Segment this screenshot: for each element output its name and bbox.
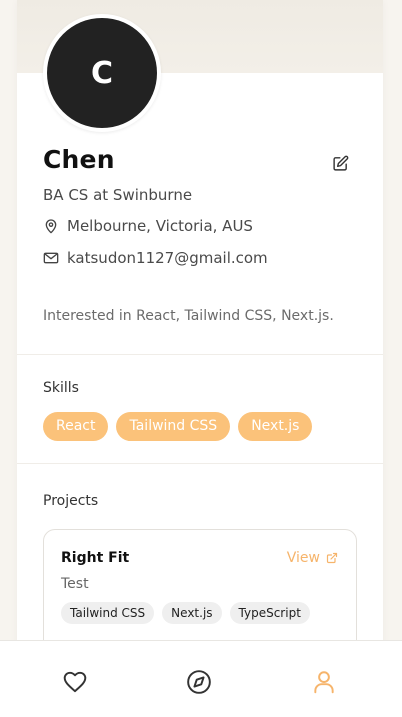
skill-chip: React	[43, 412, 109, 441]
external-link-icon	[326, 552, 338, 564]
location-row: Melbourne, Victoria, AUS	[43, 217, 253, 235]
email-row: katsudon1127@gmail.com	[43, 249, 268, 267]
user-icon	[311, 669, 337, 695]
divider	[17, 354, 383, 355]
mail-icon	[43, 250, 59, 266]
profile-bio: Interested in React, Tailwind CSS, Next.…	[43, 308, 334, 324]
compass-icon	[186, 669, 212, 695]
project-tag: TypeScript	[229, 602, 310, 624]
location-text: Melbourne, Victoria, AUS	[67, 217, 253, 235]
profile-subtitle: BA CS at Swinburne	[43, 186, 193, 204]
nav-explore-button[interactable]	[186, 669, 212, 695]
skill-chip: Next.js	[238, 412, 313, 441]
nav-favorites-button[interactable]	[62, 669, 88, 695]
map-pin-icon	[43, 218, 59, 234]
email-text: katsudon1127@gmail.com	[67, 249, 268, 267]
project-tags: Tailwind CSS Next.js TypeScript	[61, 602, 351, 624]
heart-icon	[62, 669, 88, 695]
project-tag: Tailwind CSS	[61, 602, 155, 624]
skills-list: React Tailwind CSS Next.js	[43, 412, 313, 441]
nav-profile-button[interactable]	[311, 669, 337, 695]
project-view-label: View	[286, 550, 320, 566]
project-description: Test	[61, 576, 89, 592]
bottom-nav	[0, 640, 402, 717]
projects-heading: Projects	[43, 493, 99, 509]
project-view-link[interactable]: View	[287, 550, 338, 566]
avatar-initial: C	[47, 18, 157, 128]
skills-heading: Skills	[43, 380, 79, 396]
edit-profile-button[interactable]	[330, 153, 350, 173]
avatar: C	[43, 14, 161, 132]
skill-chip: Tailwind CSS	[116, 412, 231, 441]
divider	[17, 463, 383, 464]
project-title: Right Fit	[61, 550, 130, 566]
profile-card: C Chen BA CS at Swinburne Melbourne, Vic…	[17, 0, 383, 716]
edit-icon	[332, 155, 349, 172]
profile-name: Chen	[43, 145, 115, 174]
project-tag: Next.js	[162, 602, 222, 624]
